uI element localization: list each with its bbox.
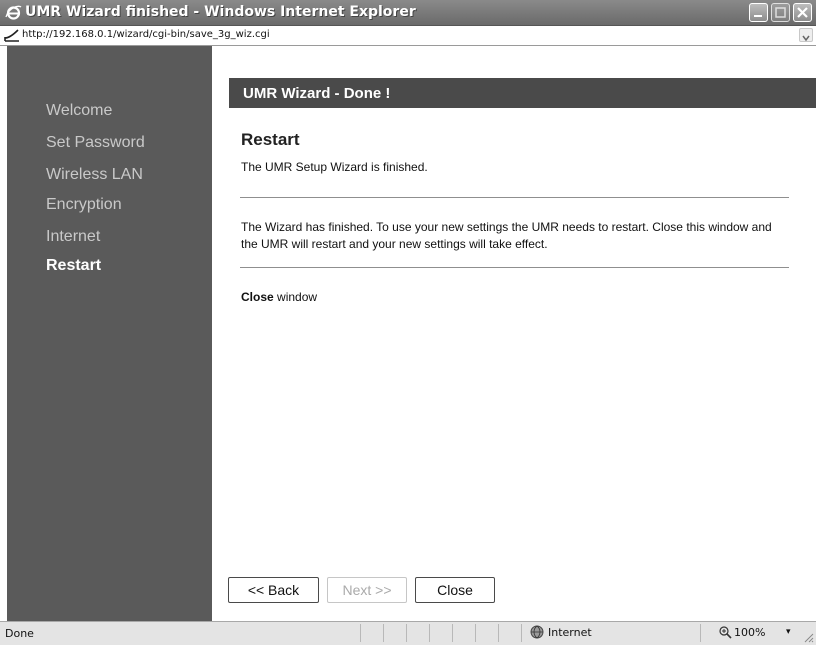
status-divider: [700, 624, 701, 642]
status-divider: [498, 624, 499, 642]
sidebar-item-welcome[interactable]: Welcome: [46, 102, 112, 120]
chevron-down-icon: [802, 35, 810, 42]
maximize-icon: [775, 7, 786, 18]
close-button[interactable]: Close: [415, 577, 495, 603]
close-window-link[interactable]: Close window: [241, 290, 317, 304]
sidebar-item-wireless-lan[interactable]: Wireless LAN: [46, 166, 143, 184]
status-text: Done: [5, 627, 34, 640]
page-icon: [4, 29, 19, 42]
sidebar-item-set-password[interactable]: Set Password: [46, 134, 145, 152]
close-window-bold: Close: [241, 290, 274, 304]
close-icon: [797, 7, 808, 18]
close-window-button[interactable]: [793, 3, 812, 22]
status-divider: [406, 624, 407, 642]
ie-logo-icon: [5, 5, 22, 20]
divider: [240, 197, 789, 198]
status-divider: [360, 624, 361, 642]
close-window-rest: window: [273, 290, 318, 304]
wizard-main: UMR Wizard - Done ! Restart The UMR Setu…: [212, 46, 816, 621]
address-dropdown-button[interactable]: [799, 28, 813, 42]
zone-label: Internet: [548, 626, 592, 639]
status-divider: [452, 624, 453, 642]
section-title: Restart: [241, 130, 300, 149]
zoom-dropdown-icon[interactable]: ▾: [786, 627, 791, 637]
security-zone[interactable]: Internet: [530, 625, 592, 639]
back-button[interactable]: << Back: [228, 577, 319, 603]
status-bar: Done Internet 100% ▾: [0, 621, 816, 645]
minimize-icon: [754, 15, 762, 17]
sidebar-item-internet[interactable]: Internet: [46, 228, 100, 246]
zoom-label: 100%: [734, 626, 766, 639]
section-subtitle: The UMR Setup Wizard is finished.: [241, 160, 428, 174]
status-divider: [521, 624, 522, 642]
zoom-level[interactable]: 100%: [718, 625, 765, 639]
status-divider: [429, 624, 430, 642]
next-button[interactable]: Next >>: [327, 577, 407, 603]
resize-grip-icon[interactable]: [804, 633, 814, 643]
body-text: The Wizard has finished. To use your new…: [241, 220, 772, 251]
sidebar-item-encryption[interactable]: Encryption: [46, 196, 122, 214]
address-bar[interactable]: http://192.168.0.1/wizard/cgi-bin/save_3…: [0, 26, 816, 46]
page-content: Welcome Set Password Wireless LAN Encryp…: [0, 46, 816, 621]
maximize-button[interactable]: [771, 3, 790, 22]
status-divider: [383, 624, 384, 642]
address-url[interactable]: http://192.168.0.1/wizard/cgi-bin/save_3…: [22, 29, 270, 40]
minimize-button[interactable]: [749, 3, 768, 22]
divider: [240, 267, 789, 268]
sidebar-item-restart[interactable]: Restart: [46, 257, 101, 275]
wizard-sidebar: Welcome Set Password Wireless LAN Encryp…: [7, 46, 212, 621]
status-divider: [475, 624, 476, 642]
wizard-header: UMR Wizard - Done !: [229, 78, 816, 108]
window-titlebar[interactable]: UMR Wizard finished - Windows Internet E…: [0, 0, 816, 26]
wizard-header-title: UMR Wizard - Done !: [243, 85, 391, 102]
globe-icon: [530, 625, 544, 639]
magnifier-icon: [719, 626, 732, 639]
window-title: UMR Wizard finished - Windows Internet E…: [25, 4, 416, 20]
